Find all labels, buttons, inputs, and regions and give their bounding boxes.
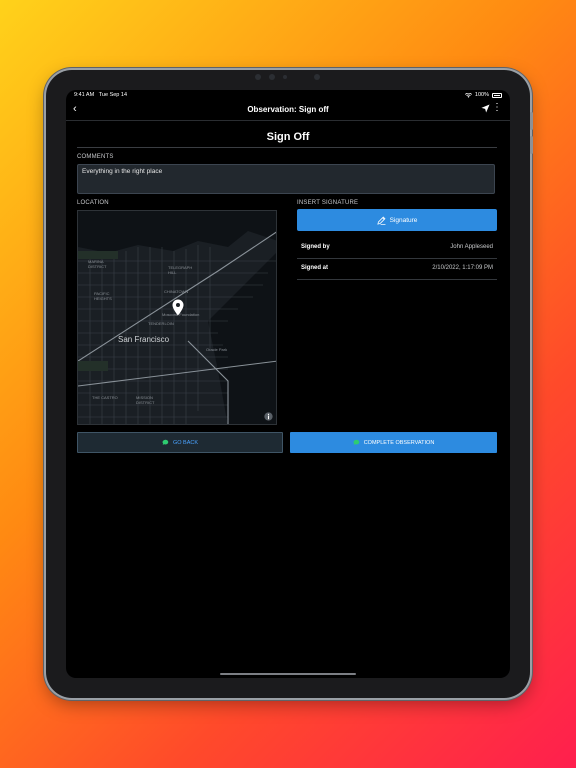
title-divider [77,147,497,148]
page-title: Sign Off [266,131,310,143]
camera-sensor [283,75,287,79]
map-label-telegraph: TELEGRAPH HILL [168,265,193,275]
home-indicator[interactable] [220,673,356,675]
nav-title: Observation: Sign off [247,105,329,114]
map-pin-icon[interactable] [172,299,184,316]
info-icon[interactable] [264,412,273,421]
status-time: 9:41 AM Tue Sep 14 [74,92,128,98]
go-back-label: GO BACK [172,439,199,446]
map-label-chinatown: CHINATOWN [164,289,189,294]
chat-bubble-icon [162,439,169,446]
signed-at-key: Signed at [301,265,329,271]
map-label-marina: MARINA DISTRICT [88,259,107,269]
map-label-tenderloin: TENDERLOIN [148,321,174,326]
location-arrow-icon[interactable] [481,104,490,113]
status-right: 100% [464,92,502,98]
comments-value: Everything in the right place [82,168,163,175]
complete-observation-button[interactable]: COMPLETE OBSERVATION [290,432,497,453]
signed-by-value: John Appleseed [450,244,493,250]
wifi-icon [464,92,472,98]
app-screen: 9:41 AM Tue Sep 14 100% ‹ Observation: S… [66,90,510,678]
signed-at-value: 2/10/2022, 1:17:09 PM [432,265,493,271]
camera-flash [314,74,320,80]
camera-dot [255,74,261,80]
volume-up-button [530,112,533,130]
camera-lens [269,74,275,80]
signed-by-row: Signed by John Appleseed [297,237,497,259]
location-map[interactable]: MARINA DISTRICT TELEGRAPH HILL PACIFIC H… [77,210,277,425]
signature-button-label: Signature [389,216,418,224]
map-label-mission: MISSION DISTRICT [136,395,155,405]
signed-by-key: Signed by [301,244,330,250]
chat-bubble-icon [353,439,359,446]
volume-down-button [530,136,533,154]
battery-percent: 100% [474,92,489,98]
go-back-button[interactable]: GO BACK [77,432,283,453]
map-streets [78,211,276,424]
more-vertical-icon[interactable]: ⋮ [492,103,502,113]
nav-bar: ‹ Observation: Sign off ⋮ [66,100,510,121]
signed-at-row: Signed at 2/10/2022, 1:17:09 PM [297,258,497,280]
map-label-city: San Francisco [118,335,170,344]
map-label-oracle: Oracle Park [206,347,228,352]
pen-icon [376,216,386,225]
map-label-castro: THE CASTRO [92,395,118,400]
complete-observation-label: COMPLETE OBSERVATION [363,439,435,446]
map-label-pacific: PACIFIC HEIGHTS [94,291,112,301]
signature-label: INSERT SIGNATURE [297,200,359,206]
status-bar: 9:41 AM Tue Sep 14 100% [66,90,510,100]
comments-field[interactable]: Everything in the right place [77,164,495,194]
location-label: LOCATION [77,200,109,206]
comments-label: COMMENTS [77,154,114,160]
signature-button[interactable]: Signature [297,209,497,231]
battery-icon [492,92,502,98]
tablet-frame: 9:41 AM Tue Sep 14 100% ‹ Observation: S… [46,70,533,698]
